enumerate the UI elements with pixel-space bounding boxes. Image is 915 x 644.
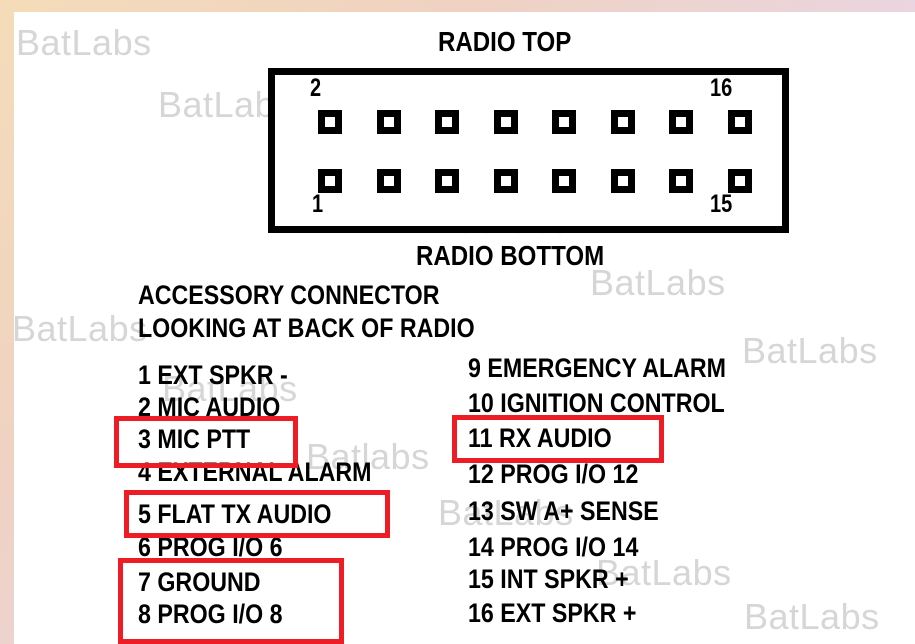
pin-number-bottom-right: 15: [710, 190, 733, 218]
connector-pin: [611, 110, 635, 134]
diagram-panel: BatLabs BatLabs BatLabs BatLabs BatLabs …: [14, 12, 915, 644]
connector-pin: [611, 169, 635, 193]
connector-caption: ACCESSORY CONNECTOR: [138, 280, 440, 310]
pin-label: 10 IGNITION CONTROL: [468, 388, 725, 418]
pin-label: 6 PROG I/O 6: [138, 532, 283, 562]
watermark: BatLabs: [16, 22, 152, 63]
connector-pin: [669, 169, 693, 193]
connector-pin: [494, 110, 518, 134]
connector-pin: [377, 110, 401, 134]
highlight-box-rx-audio: [452, 415, 664, 463]
pin-label: 14 PROG I/O 14: [468, 532, 639, 562]
watermark: BatLabs: [742, 330, 878, 371]
watermark: BatLabs: [590, 262, 726, 303]
watermark: BatLabs: [14, 308, 148, 349]
connector-pin: [669, 110, 693, 134]
pin-number-top-left: 2: [310, 74, 322, 102]
radio-top-label: RADIO TOP: [438, 26, 572, 57]
watermark: BatLabs: [744, 596, 880, 637]
connector-pin: [377, 169, 401, 193]
highlight-box-flat-tx-audio: [124, 490, 390, 538]
pin-label: 15 INT SPKR +: [468, 564, 629, 594]
pin-label: 12 PROG I/O 12: [468, 459, 639, 489]
connector-pin: [552, 110, 576, 134]
pin-label: 13 SW A+ SENSE: [468, 496, 659, 526]
connector-pin: [728, 110, 752, 134]
connector-caption: LOOKING AT BACK OF RADIO: [138, 313, 475, 343]
pin-label: 1 EXT SPKR -: [138, 360, 288, 390]
pin-number-top-right: 16: [710, 74, 733, 102]
pin-number-bottom-left: 1: [312, 190, 324, 218]
connector-pin: [552, 169, 576, 193]
pin-label: 16 EXT SPKR +: [468, 598, 637, 628]
pin-label: 9 EMERGENCY ALARM: [468, 353, 727, 383]
highlight-box-ground-prog: [118, 558, 344, 644]
connector-pin: [494, 169, 518, 193]
radio-bottom-label: RADIO BOTTOM: [416, 240, 605, 271]
connector-pin: [435, 110, 459, 134]
connector-pin: [435, 169, 459, 193]
highlight-box-mic-ptt: [114, 416, 298, 468]
connector-pin: [318, 110, 342, 134]
